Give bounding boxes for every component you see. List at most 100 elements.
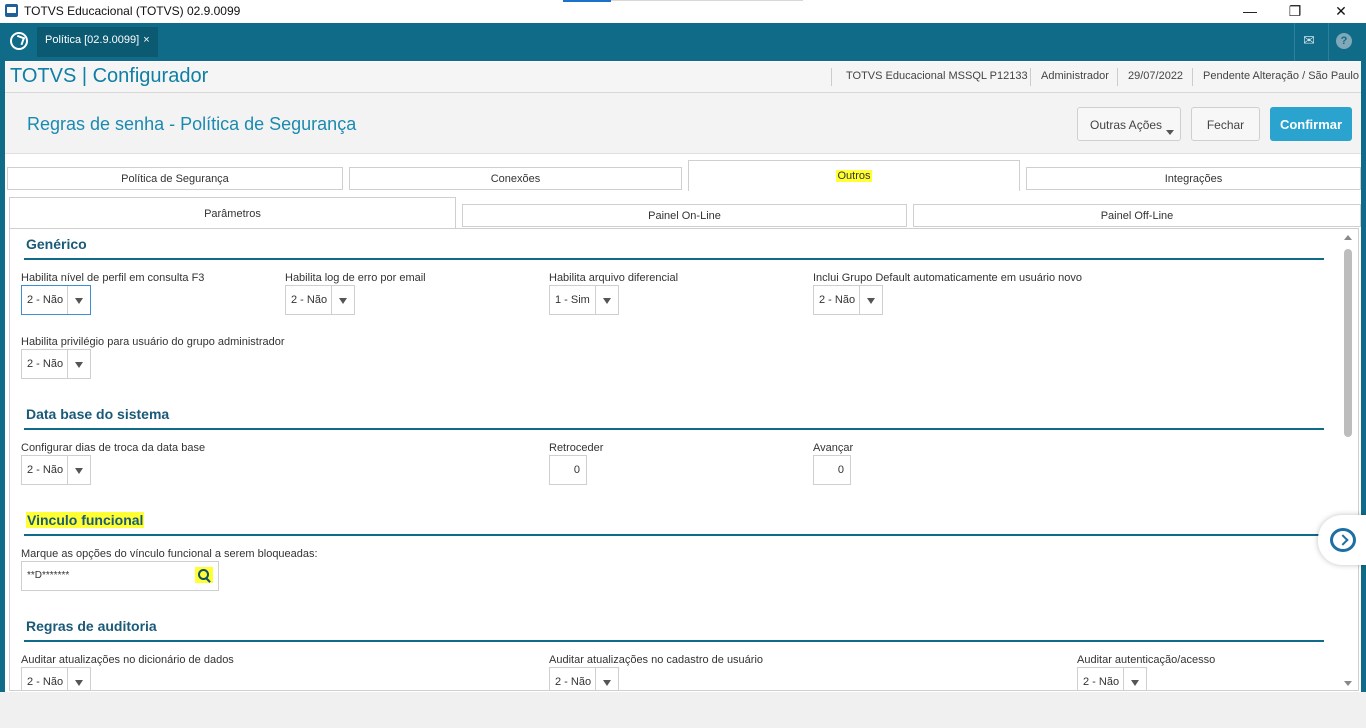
header-divider xyxy=(1030,68,1031,86)
subtab-painel-offline[interactable]: Painel Off-Line xyxy=(913,204,1361,227)
section-data-base: Data base do sistema xyxy=(24,404,1324,430)
scrollbar-thumb[interactable] xyxy=(1344,249,1352,437)
field-label: Auditar autenticação/acesso xyxy=(1077,654,1216,666)
chevron-down-icon xyxy=(67,350,90,378)
appbar-divider xyxy=(1328,23,1329,61)
tab-close-icon[interactable]: × xyxy=(143,34,149,46)
vertical-scrollbar[interactable] xyxy=(1342,233,1354,688)
section-title: Data base do sistema xyxy=(26,406,170,422)
totvs-logo-icon[interactable] xyxy=(10,32,28,50)
chevron-down-icon xyxy=(67,668,90,690)
field-label: Habilita log de erro por email xyxy=(285,272,426,284)
close-window-button[interactable]: ✕ xyxy=(1318,0,1364,23)
tab-outros[interactable]: Outros xyxy=(688,160,1020,191)
audit-dicionario-select[interactable]: 2 - Não xyxy=(21,667,91,690)
left-frame xyxy=(0,61,5,728)
subtab-label: Painel On-Line xyxy=(648,210,721,222)
brand-title: TOTVS | Configurador xyxy=(10,65,209,87)
header-divider xyxy=(1117,68,1118,86)
retroceder-input[interactable]: 0 xyxy=(549,455,587,485)
subtab-painel-online[interactable]: Painel On-Line xyxy=(462,204,907,227)
date-label: 29/07/2022 xyxy=(1128,70,1184,82)
chat-icon xyxy=(1330,528,1356,552)
perfil-f3-select[interactable]: 2 - Não xyxy=(21,285,91,315)
mail-icon[interactable]: ✉ xyxy=(1298,32,1320,49)
tab-label: Outros xyxy=(836,170,872,182)
chevron-down-icon xyxy=(1123,668,1146,690)
select-value: 2 - Não xyxy=(819,294,856,306)
field-label: Inclui Grupo Default automaticamente em … xyxy=(813,272,1083,284)
subtab-label: Parâmetros xyxy=(204,208,261,220)
audit-usuario-select[interactable]: 2 - Não xyxy=(549,667,619,690)
help-icon[interactable]: ? xyxy=(1336,33,1352,49)
content-panel: Genérico Habilita nível de perfil em con… xyxy=(9,228,1359,691)
select-value: 2 - Não xyxy=(291,294,328,306)
chevron-down-icon xyxy=(595,668,618,690)
user-label: Administrador xyxy=(1041,70,1109,82)
tab-politica-label: Política [02.9.0099] xyxy=(45,34,140,46)
taskbar-accent xyxy=(563,0,611,2)
select-value: 2 - Não xyxy=(27,358,64,370)
dias-troca-select[interactable]: 2 - Não xyxy=(21,455,91,485)
confirm-button[interactable]: Confirmar xyxy=(1270,107,1352,141)
restore-button[interactable]: ❐ xyxy=(1272,0,1318,23)
log-email-select[interactable]: 2 - Não xyxy=(285,285,355,315)
minimize-button[interactable]: — xyxy=(1227,0,1273,23)
search-icon[interactable] xyxy=(195,567,213,583)
header-divider xyxy=(1192,68,1193,86)
tab-label: Integrações xyxy=(1164,173,1223,185)
section-title: Regras de auditoria xyxy=(26,618,157,634)
arquivo-diferencial-select[interactable]: 1 - Sim xyxy=(549,285,619,315)
section-vinculo: Vinculo funcional xyxy=(24,510,1324,536)
window-title: TOTVS Educacional (TOTVS) 02.9.0099 xyxy=(24,4,241,18)
select-value: 2 - Não xyxy=(1083,676,1120,688)
header-divider xyxy=(831,68,832,86)
privilegio-admin-select[interactable]: 2 - Não xyxy=(21,349,91,379)
field-label: Configurar dias de troca da data base xyxy=(21,442,206,454)
vinculo-lookup-field[interactable]: **D******* xyxy=(21,561,219,591)
app-header: TOTVS | Configurador TOTVS Educacional M… xyxy=(5,62,1361,93)
tab-politica[interactable]: Política [02.9.0099] × xyxy=(37,27,158,57)
field-label: Habilita nível de perfil em consulta F3 xyxy=(21,272,205,284)
audit-acesso-select[interactable]: 2 - Não xyxy=(1077,667,1147,690)
tab-conexoes[interactable]: Conexões xyxy=(349,167,682,190)
select-value: 1 - Sim xyxy=(555,294,590,306)
field-label: Avançar xyxy=(813,442,854,454)
chevron-down-icon xyxy=(331,286,354,314)
tab-integracoes[interactable]: Integrações xyxy=(1026,167,1361,190)
close-button[interactable]: Fechar xyxy=(1191,107,1260,141)
appbar-divider xyxy=(1294,23,1295,61)
window-titlebar: TOTVS Educacional (TOTVS) 02.9.0099 — ❐ … xyxy=(0,0,1366,24)
chat-support-button[interactable] xyxy=(1318,515,1366,565)
app-window-icon xyxy=(5,4,18,17)
chevron-down-icon xyxy=(67,286,90,314)
select-value: 2 - Não xyxy=(27,294,64,306)
page-title: Regras de senha - Política de Segurança xyxy=(27,114,357,134)
scroll-up-icon[interactable] xyxy=(1344,235,1352,240)
page-title-block: Regras de senha - Política de Segurança … xyxy=(5,93,1361,154)
section-title: Vinculo funcional xyxy=(26,512,145,528)
subtab-parametros[interactable]: Parâmetros xyxy=(9,197,456,228)
field-label: Retroceder xyxy=(549,442,604,454)
grupo-default-select[interactable]: 2 - Não xyxy=(813,285,883,315)
scroll-down-icon[interactable] xyxy=(1344,681,1352,686)
more-actions-button[interactable]: Outras Ações xyxy=(1077,107,1181,141)
field-label: Habilita arquivo diferencial xyxy=(549,272,679,284)
input-value: 0 xyxy=(837,464,844,476)
avancar-input[interactable]: 0 xyxy=(813,455,851,485)
field-label: Habilita privilégio para usuário do grup… xyxy=(21,336,285,348)
input-value: 0 xyxy=(573,464,580,476)
tab-politica-seguranca[interactable]: Política de Segurança xyxy=(7,167,343,190)
lookup-value: **D******* xyxy=(27,570,70,581)
chevron-down-icon xyxy=(859,286,882,314)
select-value: 2 - Não xyxy=(555,676,592,688)
field-label: Auditar atualizações no cadastro de usuá… xyxy=(549,654,764,666)
select-value: 2 - Não xyxy=(27,676,64,688)
subtab-label: Painel Off-Line xyxy=(1100,210,1174,222)
tab-label: Política de Segurança xyxy=(121,173,229,185)
tab-label: Conexões xyxy=(490,173,541,185)
status-label: Pendente Alteração / São Paulo xyxy=(1203,70,1359,82)
right-frame xyxy=(1361,61,1366,728)
field-label: Marque as opções do vínculo funcional a … xyxy=(21,548,318,560)
chevron-down-icon xyxy=(1166,130,1174,135)
